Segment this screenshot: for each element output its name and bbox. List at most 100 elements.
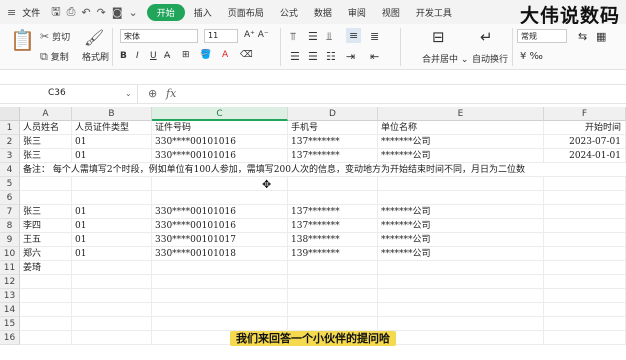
cell-c9[interactable]: 330****00101017: [152, 233, 288, 247]
cell-d2[interactable]: 137*******: [288, 135, 378, 149]
cell-a14[interactable]: [20, 303, 72, 317]
cell-d10[interactable]: 139*******: [288, 247, 378, 261]
cell-f13[interactable]: [544, 289, 626, 303]
cell-c7[interactable]: 330****00101016: [152, 205, 288, 219]
cell-f2[interactable]: 2023-07-01: [544, 135, 626, 149]
font-family-select[interactable]: 宋体: [120, 29, 198, 43]
align-right-icon[interactable]: ≣: [370, 30, 379, 43]
tab-7[interactable]: 开发工具: [409, 4, 459, 21]
cell-e14[interactable]: [378, 303, 544, 317]
cell-d7[interactable]: 137*******: [288, 205, 378, 219]
cell-f15[interactable]: [544, 317, 626, 331]
cell-d11[interactable]: [288, 261, 378, 275]
cell-c1[interactable]: 证件号码: [152, 121, 288, 135]
cell-f11[interactable]: [544, 261, 626, 275]
strikethrough-button[interactable]: A̶: [164, 51, 170, 61]
cell-f8[interactable]: [544, 219, 626, 233]
cell-f1[interactable]: 开始时间: [544, 121, 626, 135]
cell-a11[interactable]: 姜琦: [20, 261, 72, 275]
cell-a6[interactable]: [20, 191, 72, 205]
wrap-text-icon[interactable]: ↵: [480, 28, 493, 46]
distribute-icon[interactable]: ☷: [326, 50, 336, 63]
cell-d15[interactable]: [288, 317, 378, 331]
cell-d13[interactable]: [288, 289, 378, 303]
zoom-icon[interactable]: ⊕: [148, 87, 157, 100]
row-header[interactable]: 5: [0, 177, 20, 191]
cell-a8[interactable]: 李四: [20, 219, 72, 233]
note-cell[interactable]: 备注： 每个人需填写2个时段，例如单位有100人参加，需填写200人次的信息，变…: [20, 163, 525, 177]
camera-icon[interactable]: ◙: [112, 6, 123, 19]
tab-5[interactable]: 审阅: [341, 4, 373, 21]
align-middle-icon[interactable]: ☰: [308, 30, 318, 43]
cell-e15[interactable]: [378, 317, 544, 331]
file-menu[interactable]: ≡ 文件: [4, 6, 40, 19]
cell-f5[interactable]: [544, 177, 626, 191]
cell-f9[interactable]: [544, 233, 626, 247]
cell-b12[interactable]: [72, 275, 152, 289]
indent-icon[interactable]: ⇥: [346, 50, 355, 63]
row-header[interactable]: 13: [0, 289, 20, 303]
tab-1[interactable]: 插入: [187, 4, 219, 21]
cell-c8[interactable]: 330****00101016: [152, 219, 288, 233]
font-size-select[interactable]: 11: [204, 29, 238, 43]
font-color-icon[interactable]: A: [222, 50, 228, 60]
name-box[interactable]: C36: [0, 85, 138, 103]
number-format-select[interactable]: 常规: [517, 29, 567, 43]
column-header-d[interactable]: D: [288, 107, 378, 121]
undo-icon[interactable]: ↶: [81, 6, 90, 19]
fill-color-icon[interactable]: 🪣: [200, 50, 211, 60]
cell-e12[interactable]: [378, 275, 544, 289]
merge-icon[interactable]: ⊟: [432, 28, 445, 46]
cell-f10[interactable]: [544, 247, 626, 261]
cell-a1[interactable]: 人员姓名: [20, 121, 72, 135]
cell-c6[interactable]: [152, 191, 288, 205]
row-header[interactable]: 15: [0, 317, 20, 331]
cell-a5[interactable]: [20, 177, 72, 191]
tab-3[interactable]: 公式: [273, 4, 305, 21]
align-left-icon[interactable]: ☰: [290, 50, 300, 63]
row-header[interactable]: 1: [0, 121, 20, 135]
merge-center-button[interactable]: 合并居中 ⌄: [422, 52, 468, 65]
cell-d14[interactable]: [288, 303, 378, 317]
cell-b11[interactable]: [72, 261, 152, 275]
cell-e6[interactable]: [378, 191, 544, 205]
cell-a7[interactable]: 张三: [20, 205, 72, 219]
paste-button[interactable]: 📋: [10, 28, 35, 52]
print-icon[interactable]: ⎙: [67, 5, 76, 19]
tab-4[interactable]: 数据: [307, 4, 339, 21]
type-convert-icon[interactable]: ⇆: [578, 30, 587, 43]
tab-0[interactable]: 开始: [146, 3, 185, 21]
row-header[interactable]: 12: [0, 275, 20, 289]
row-header[interactable]: 8: [0, 219, 20, 233]
align-bottom-icon[interactable]: ⫫: [326, 30, 332, 44]
chevron-down-icon[interactable]: ⌄: [129, 6, 138, 19]
wrap-text-button[interactable]: 自动换行: [472, 52, 508, 65]
cut-button[interactable]: ✂ 剪切: [40, 30, 70, 43]
cell-e2[interactable]: *******公司: [378, 135, 544, 149]
cell-b13[interactable]: [72, 289, 152, 303]
cell-b5[interactable]: [72, 177, 152, 191]
column-header-c[interactable]: C: [152, 107, 288, 121]
cell-b6[interactable]: [72, 191, 152, 205]
cell-e9[interactable]: *******公司: [378, 233, 544, 247]
currency-icon[interactable]: ¥ ‰: [520, 51, 543, 62]
cell-b9[interactable]: 01: [72, 233, 152, 247]
format-painter-button[interactable]: 🖌: [84, 28, 104, 47]
cell-d5[interactable]: [288, 177, 378, 191]
cell-d1[interactable]: 手机号: [288, 121, 378, 135]
row-header[interactable]: 7: [0, 205, 20, 219]
cell-e7[interactable]: *******公司: [378, 205, 544, 219]
italic-button[interactable]: I: [136, 51, 139, 61]
cell-e5[interactable]: [378, 177, 544, 191]
cell-d8[interactable]: 137*******: [288, 219, 378, 233]
cell-f7[interactable]: [544, 205, 626, 219]
cell-b8[interactable]: 01: [72, 219, 152, 233]
cell-b10[interactable]: 01: [72, 247, 152, 261]
select-all-corner[interactable]: [0, 107, 20, 121]
cell-f3[interactable]: 2024-01-01: [544, 149, 626, 163]
cell-b14[interactable]: [72, 303, 152, 317]
bold-button[interactable]: B: [120, 51, 127, 61]
cell-b7[interactable]: 01: [72, 205, 152, 219]
row-header[interactable]: 10: [0, 247, 20, 261]
cell-a3[interactable]: 张三: [20, 149, 72, 163]
